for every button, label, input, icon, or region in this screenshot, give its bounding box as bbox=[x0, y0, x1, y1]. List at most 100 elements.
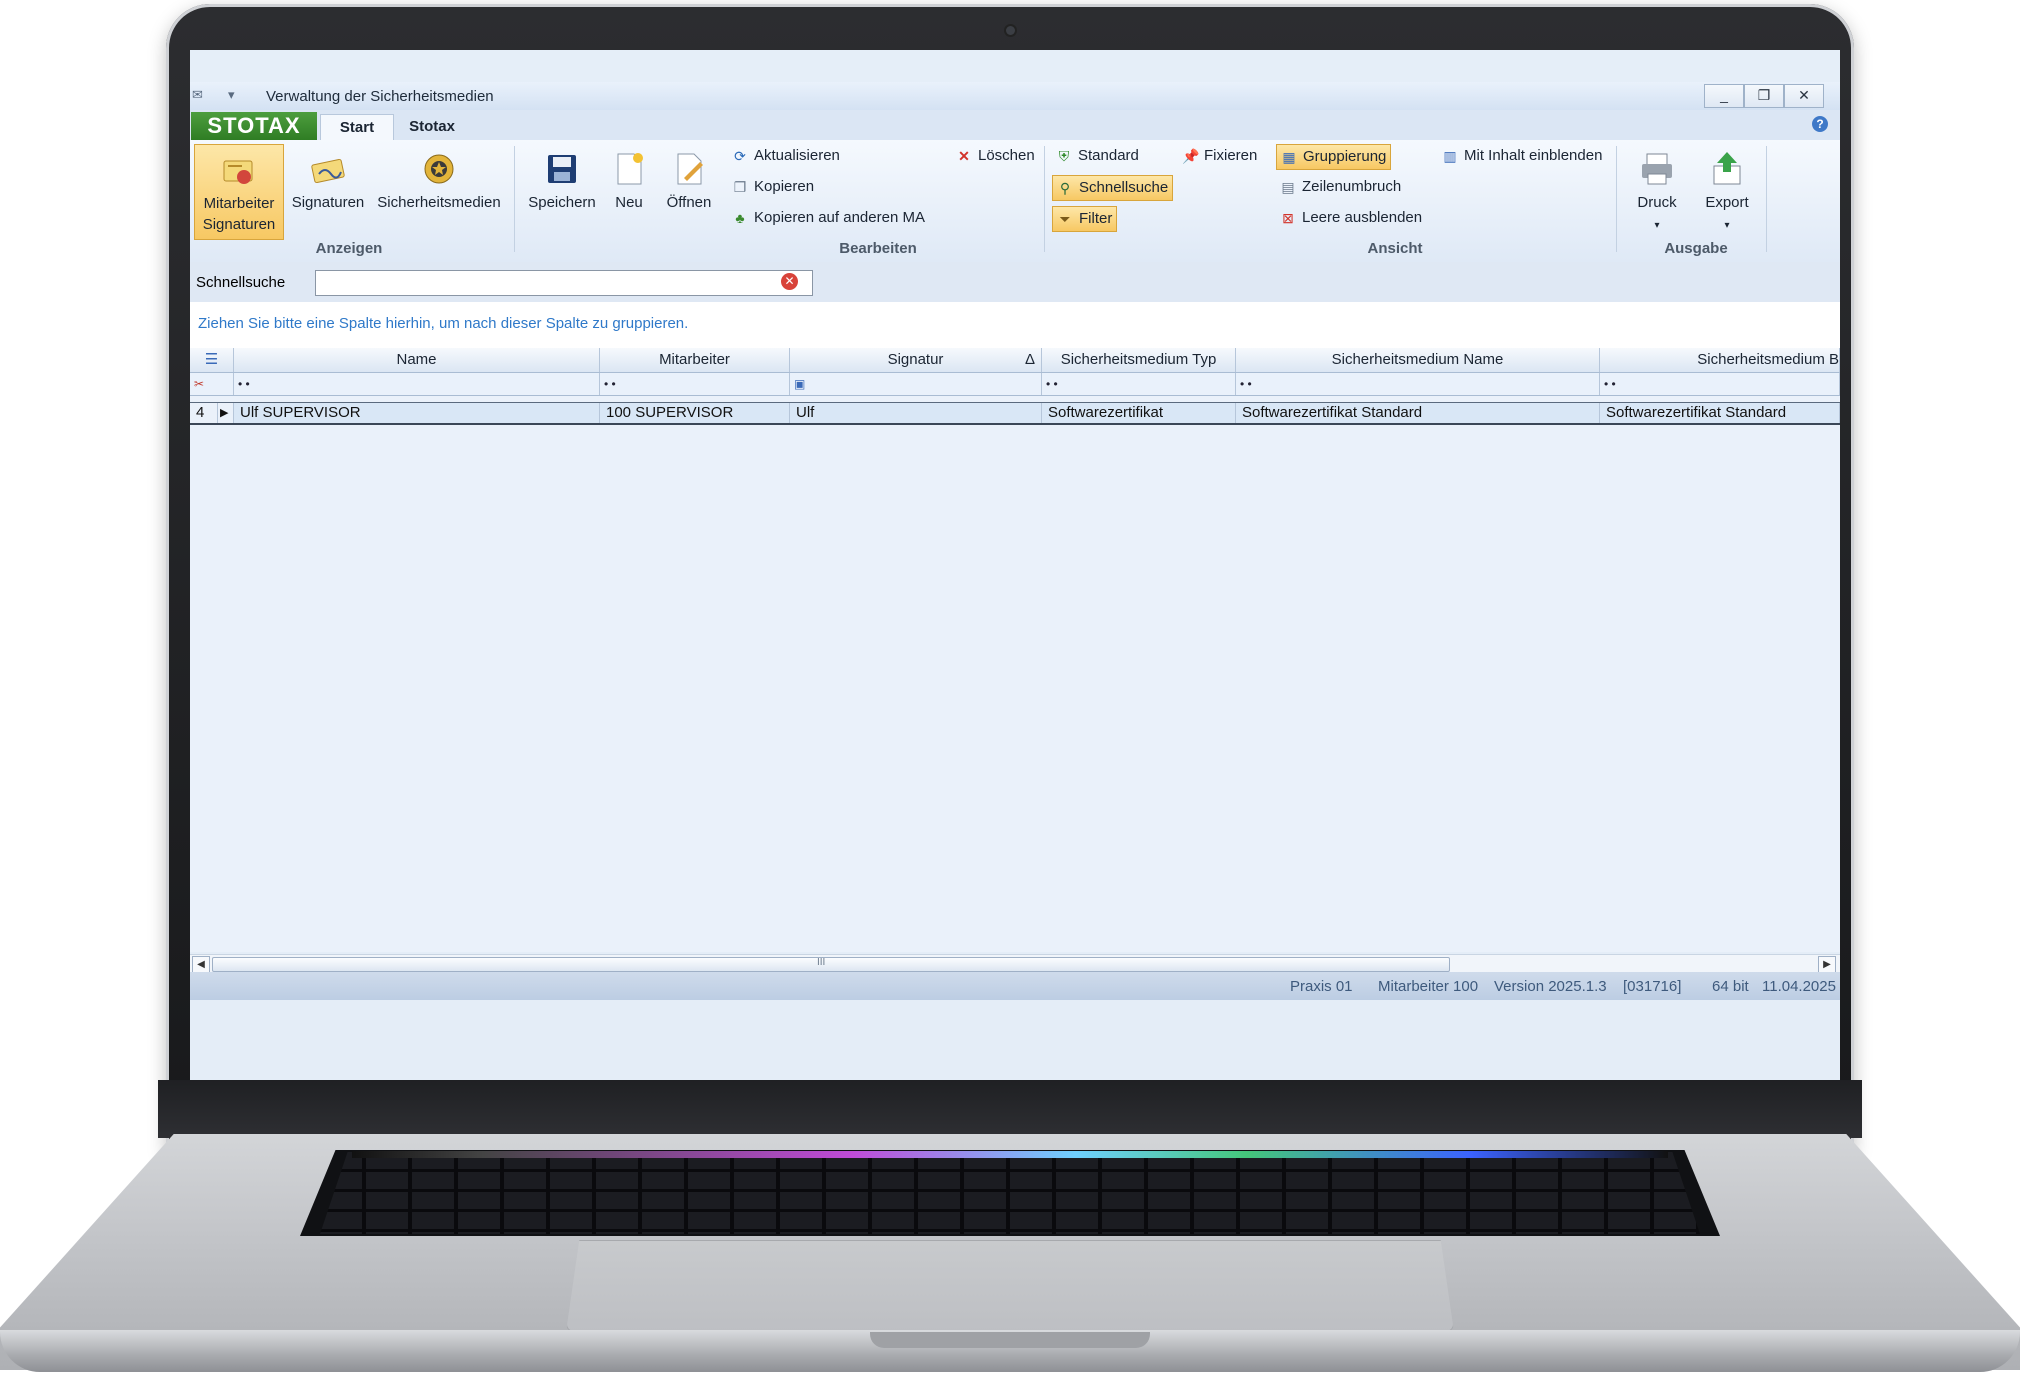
title-bar: ✉ ▾ Verwaltung der Sicherheitsmedien _ ❐… bbox=[190, 82, 1840, 111]
filter-label: Filter bbox=[1079, 210, 1113, 227]
mit-inhalt-label: Mit Inhalt einblenden bbox=[1464, 147, 1603, 164]
status-date: 11.04.2025 bbox=[1762, 978, 1836, 995]
app-icon[interactable]: ✉ bbox=[192, 87, 203, 103]
close-button[interactable]: ✕ bbox=[1784, 84, 1824, 108]
quick-search-icon: ⚲ bbox=[1059, 180, 1071, 196]
filter-cell-typ[interactable]: • • bbox=[1042, 373, 1236, 395]
filter-cell-name[interactable]: • • bbox=[234, 373, 600, 395]
signaturen-button[interactable]: Signaturen bbox=[286, 144, 370, 238]
mitarbeiter-signaturen-button[interactable]: Mitarbeiter Signaturen bbox=[194, 144, 284, 240]
scrollbar-grip: III bbox=[817, 957, 826, 968]
quick-access-dropdown-icon[interactable]: ▾ bbox=[228, 87, 235, 103]
zeilenumbruch-label: Zeilenumbruch bbox=[1302, 178, 1402, 195]
table-row[interactable]: 4 ▶ Ulf SUPERVISOR 100 SUPERVISOR Ulf So… bbox=[190, 402, 1840, 425]
stotax-logo[interactable]: STOTAX bbox=[191, 112, 317, 140]
oeffnen-label: Öffnen bbox=[666, 194, 712, 211]
scroll-right-icon[interactable]: ▶ bbox=[1818, 956, 1836, 973]
standard-label: Standard bbox=[1078, 147, 1139, 164]
app-window: ✉ ▾ Verwaltung der Sicherheitsmedien _ ❐… bbox=[190, 82, 1840, 1080]
filter-button[interactable]: ⏷ Filter bbox=[1052, 206, 1118, 232]
fixieren-label: Fixieren bbox=[1204, 147, 1258, 164]
aktualisieren-button[interactable]: ⟳ Aktualisieren bbox=[728, 144, 844, 168]
column-header-signatur-label: Signatur bbox=[887, 351, 944, 368]
quick-search-input[interactable] bbox=[315, 270, 813, 296]
neu-label: Neu bbox=[615, 194, 643, 211]
clear-search-icon[interactable]: ✕ bbox=[781, 273, 798, 290]
export-icon bbox=[1713, 152, 1741, 185]
horizontal-scrollbar[interactable]: ◀ III ▶ bbox=[190, 954, 1840, 973]
filter-cell-medium-name[interactable]: • • bbox=[1236, 373, 1600, 395]
status-version: Version 2025.1.3 bbox=[1494, 978, 1607, 995]
scrollbar-thumb[interactable]: III bbox=[212, 957, 1450, 972]
group-anzeigen: Anzeigen bbox=[315, 240, 383, 257]
cell-name[interactable]: Ulf SUPERVISOR bbox=[234, 403, 600, 423]
group-separator bbox=[1044, 146, 1045, 252]
loeschen-button[interactable]: ✕ Löschen bbox=[952, 144, 1039, 168]
column-header-sicherheitsmedium-name[interactable]: Sicherheitsmedium Name bbox=[1236, 348, 1600, 372]
column-chooser-icon[interactable]: ☰ bbox=[190, 348, 234, 372]
grouping-icon: ▦ bbox=[1282, 149, 1296, 165]
cell-sicherheitsmedium-typ[interactable]: Softwarezertifikat bbox=[1042, 403, 1236, 423]
column-header-signatur[interactable]: Signatur Δ bbox=[790, 348, 1042, 372]
cell-sicherheitsmedium-b[interactable]: Softwarezertifikat Standard bbox=[1600, 403, 1840, 423]
group-separator bbox=[1766, 146, 1767, 252]
open-document-icon bbox=[677, 153, 703, 185]
tab-start[interactable]: Start bbox=[320, 114, 394, 141]
column-header-mitarbeiter[interactable]: Mitarbeiter bbox=[600, 348, 790, 372]
status-bar: Praxis 01 Mitarbeiter 100 Version 2025.1… bbox=[190, 972, 1840, 1000]
export-dropdown-icon[interactable]: ▾ bbox=[1724, 220, 1729, 231]
certificate-icon bbox=[223, 160, 253, 184]
ribbon-tabs: STOTAX Start Stotax ? bbox=[190, 110, 1840, 141]
scroll-left-icon[interactable]: ◀ bbox=[192, 956, 210, 973]
standard-button[interactable]: ⛨ Standard bbox=[1052, 144, 1143, 168]
cell-sicherheitsmedium-name[interactable]: Softwarezertifikat Standard bbox=[1236, 403, 1600, 423]
column-header-name[interactable]: Name bbox=[234, 348, 600, 372]
filter-icon: ⏷ bbox=[1059, 211, 1071, 227]
druck-button[interactable]: Druck ▾ bbox=[1626, 144, 1688, 238]
sicherheitsmedien-button[interactable]: Sicherheitsmedien bbox=[374, 144, 504, 238]
column-header-sicherheitsmedium-b[interactable]: Sicherheitsmedium B bbox=[1600, 348, 1840, 372]
cell-signatur[interactable]: Ulf bbox=[790, 403, 1042, 423]
restore-button[interactable]: ❐ bbox=[1744, 84, 1784, 108]
clear-filter-icon[interactable]: ✂ bbox=[190, 373, 234, 395]
druck-dropdown-icon[interactable]: ▾ bbox=[1654, 220, 1659, 231]
help-icon[interactable]: ? bbox=[1812, 116, 1828, 132]
ribbon: Mitarbeiter Signaturen Signaturen Sicher… bbox=[190, 140, 1840, 263]
neu-button[interactable]: Neu bbox=[602, 144, 656, 238]
export-label: Export bbox=[1705, 194, 1749, 211]
export-button[interactable]: Export ▾ bbox=[1694, 144, 1760, 238]
minimize-button[interactable]: _ bbox=[1704, 84, 1744, 108]
filter-cell-mitarbeiter[interactable]: • • bbox=[600, 373, 790, 395]
group-separator bbox=[1616, 146, 1617, 252]
kopieren-button[interactable]: ❐ Kopieren bbox=[728, 175, 818, 199]
signature-icon bbox=[311, 158, 345, 184]
filter-cell-medium-b[interactable]: • • bbox=[1600, 373, 1840, 395]
schnellsuche-button[interactable]: ⚲ Schnellsuche bbox=[1052, 175, 1174, 201]
fixieren-button[interactable]: 📌 Fixieren bbox=[1178, 144, 1261, 168]
gruppierung-button[interactable]: ▦ Gruppierung bbox=[1276, 144, 1392, 170]
column-header-sicherheitsmedium-typ[interactable]: Sicherheitsmedium Typ bbox=[1042, 348, 1236, 372]
filter-cell-signatur-icon[interactable]: ▣ bbox=[790, 373, 1042, 395]
mit-inhalt-einblenden-button[interactable]: ▥ Mit Inhalt einblenden bbox=[1438, 144, 1606, 168]
filter-row: ✂ • • • • ▣ • • • • • • bbox=[190, 373, 1840, 396]
group-ausgabe: Ausgabe bbox=[1664, 240, 1728, 257]
oeffnen-button[interactable]: Öffnen bbox=[658, 144, 720, 238]
row-indicator-icon: ▶ bbox=[218, 403, 234, 423]
status-praxis: Praxis 01 bbox=[1290, 978, 1353, 995]
speichern-button[interactable]: Speichern bbox=[524, 144, 600, 238]
group-panel[interactable]: Ziehen Sie bitte eine Spalte hierhin, um… bbox=[190, 302, 1840, 348]
webcam bbox=[1006, 26, 1015, 35]
zeilenumbruch-button[interactable]: ▤ Zeilenumbruch bbox=[1276, 175, 1405, 199]
quick-search-bar: Schnellsuche ✕ bbox=[190, 262, 1840, 302]
cell-mitarbeiter[interactable]: 100 SUPERVISOR bbox=[600, 403, 790, 423]
kopieren-auf-anderen-ma-button[interactable]: ♣ Kopieren auf anderen MA bbox=[728, 206, 929, 230]
leere-ausblenden-button[interactable]: ⊠ Leere ausblenden bbox=[1276, 206, 1426, 230]
copy-icon: ❐ bbox=[733, 179, 747, 195]
status-build: [031716] bbox=[1623, 978, 1682, 995]
shield-check-icon: ⛨ bbox=[1058, 148, 1070, 164]
druck-label: Druck bbox=[1637, 194, 1677, 211]
signaturen-label: Signaturen bbox=[291, 194, 365, 211]
row-index: 4 bbox=[190, 403, 218, 423]
tab-stotax[interactable]: Stotax bbox=[396, 114, 468, 140]
data-grid: ☰ Name Mitarbeiter Signatur Δ Sicherheit… bbox=[190, 348, 1840, 952]
